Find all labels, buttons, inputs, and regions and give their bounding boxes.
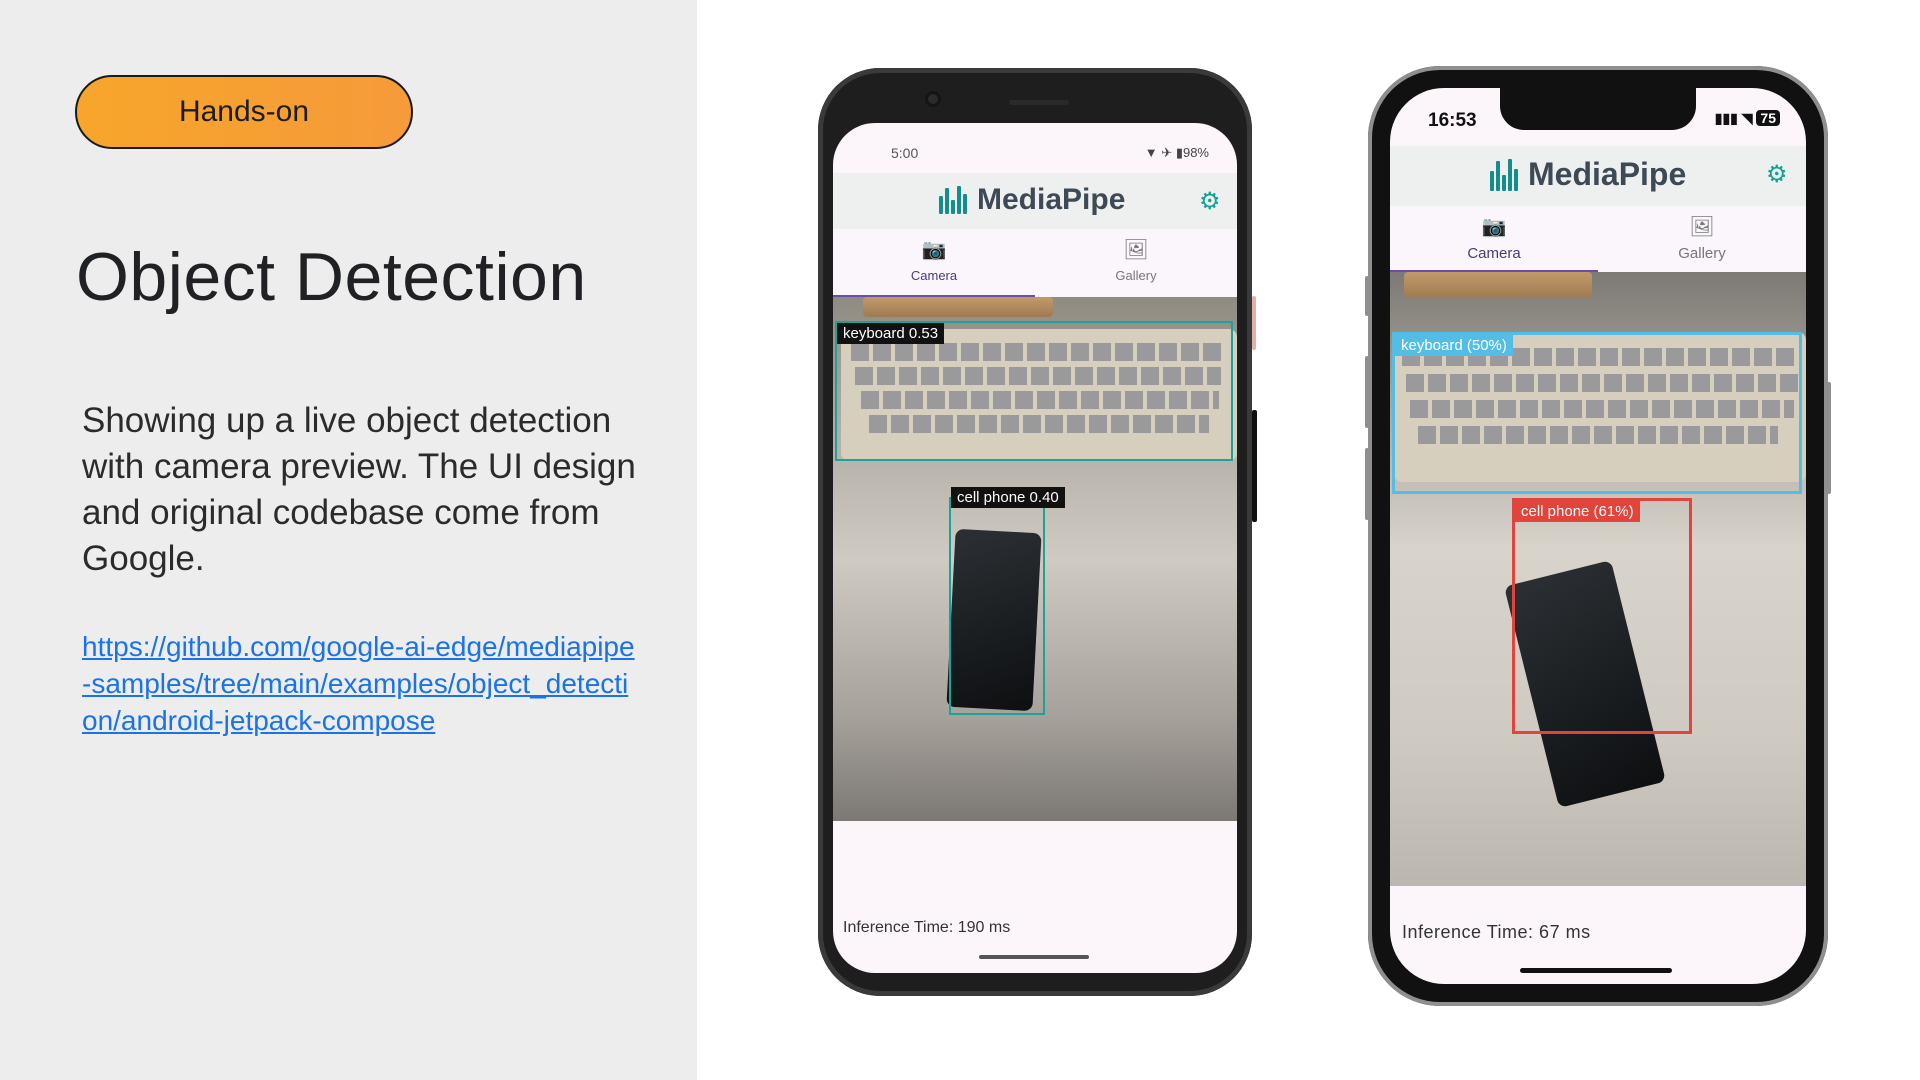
iphone-screen: 16:53 ▮▮▮ ◥ 75 MediaPipe ⚙ 📷 Camera 🖼 Ga…	[1390, 88, 1806, 984]
wifi-icon: ◥	[1741, 110, 1753, 126]
signal-icon: ▮▮▮	[1714, 110, 1738, 126]
home-indicator[interactable]	[979, 955, 1089, 959]
hands-on-badge: Hands-on	[75, 75, 413, 149]
app-bar: MediaPipe ⚙	[1390, 146, 1806, 206]
android-phone: 5:00 ▼ ✈ ▮98% MediaPipe ⚙ 📷 Camera 🖼 Gal…	[818, 68, 1257, 996]
camera-preview: keyboard (50%) cell phone (61%)	[1390, 272, 1806, 886]
gear-icon[interactable]: ⚙	[1766, 160, 1788, 189]
tab-bar: 📷 Camera 🖼 Gallery	[833, 229, 1237, 298]
mediapipe-logo: MediaPipe	[1490, 156, 1686, 193]
slide-left-panel: Hands-on Object Detection Showing up a l…	[0, 0, 697, 1080]
tab-camera-label: Camera	[1467, 245, 1521, 262]
badge-label: Hands-on	[178, 95, 310, 128]
detection-box-keyboard: keyboard 0.53	[835, 321, 1233, 461]
detection-box-cell-phone: cell phone (61%)	[1512, 498, 1692, 734]
airplane-icon: ✈	[1161, 145, 1173, 160]
tab-camera-label: Camera	[910, 268, 958, 283]
gallery-icon: 🖼	[1689, 216, 1715, 238]
status-time: 5:00	[891, 145, 919, 161]
tab-gallery[interactable]: 🖼 Gallery	[1035, 237, 1237, 283]
camera-preview: keyboard 0.53 cell phone 0.40	[833, 297, 1237, 821]
battery-level: 98%	[1182, 145, 1209, 160]
battery-icon: 75	[1756, 110, 1780, 126]
github-link[interactable]: https://github.com/google-ai-edge/mediap…	[82, 628, 642, 739]
status-icons: ▮▮▮ ◥ 75	[1715, 110, 1780, 127]
detection-label-cell-phone: cell phone 0.40	[951, 487, 1065, 508]
camera-icon: 📷	[1481, 216, 1507, 238]
detection-box-cell-phone: cell phone 0.40	[949, 487, 1065, 715]
inference-time: Inference Time: 67 ms	[1402, 922, 1591, 942]
app-title: MediaPipe	[1528, 156, 1687, 192]
tab-camera[interactable]: 📷 Camera	[1390, 214, 1598, 262]
slide-body: Showing up a live object detection with …	[82, 401, 636, 578]
notch	[1500, 88, 1696, 130]
side-button	[1827, 382, 1831, 494]
wifi-icon: ▼	[1144, 145, 1158, 160]
wood-object	[1404, 272, 1592, 298]
iphone: 16:53 ▮▮▮ ◥ 75 MediaPipe ⚙ 📷 Camera 🖼 Ga…	[1365, 66, 1831, 1006]
slide-title: Object Detection	[76, 239, 587, 315]
status-icons: ▼ ✈ ▮98%	[1145, 145, 1209, 161]
volume-button	[1252, 296, 1256, 350]
app-bar: MediaPipe ⚙	[833, 173, 1237, 229]
front-camera	[928, 94, 938, 104]
battery-icon: ▮	[1175, 145, 1183, 160]
detection-label-keyboard: keyboard (50%)	[1395, 335, 1513, 356]
gear-icon[interactable]: ⚙	[1199, 187, 1221, 216]
detection-label-keyboard: keyboard 0.53	[837, 323, 945, 344]
volume-down-button	[1365, 448, 1369, 520]
tab-bar: 📷 Camera 🖼 Gallery	[1390, 206, 1806, 272]
app-title: MediaPipe	[977, 183, 1126, 216]
status-bar: 5:00 ▼ ✈ ▮98%	[833, 123, 1237, 173]
android-screen: 5:00 ▼ ✈ ▮98% MediaPipe ⚙ 📷 Camera 🖼 Gal…	[833, 123, 1237, 973]
detection-label-cell-phone: cell phone (61%)	[1515, 501, 1640, 522]
mute-switch	[1365, 276, 1369, 316]
mediapipe-logo: MediaPipe	[939, 183, 1125, 217]
mediapipe-logo-icon	[939, 186, 969, 214]
volume-up-button	[1365, 356, 1369, 428]
power-button	[1252, 410, 1257, 522]
tab-gallery-label: Gallery	[1115, 268, 1157, 283]
tab-gallery-label: Gallery	[1678, 245, 1726, 262]
detection-box-keyboard: keyboard (50%)	[1392, 332, 1802, 494]
tab-gallery[interactable]: 🖼 Gallery	[1598, 214, 1806, 262]
earpiece	[1009, 100, 1069, 105]
tab-camera[interactable]: 📷 Camera	[833, 237, 1035, 283]
gallery-icon: 🖼	[1123, 239, 1149, 261]
mediapipe-logo-icon	[1490, 158, 1520, 191]
home-indicator[interactable]	[1520, 968, 1672, 973]
inference-time: Inference Time: 190 ms	[843, 919, 1011, 936]
status-time: 16:53	[1428, 110, 1477, 131]
wood-object	[863, 297, 1053, 317]
camera-icon: 📷	[921, 239, 947, 261]
